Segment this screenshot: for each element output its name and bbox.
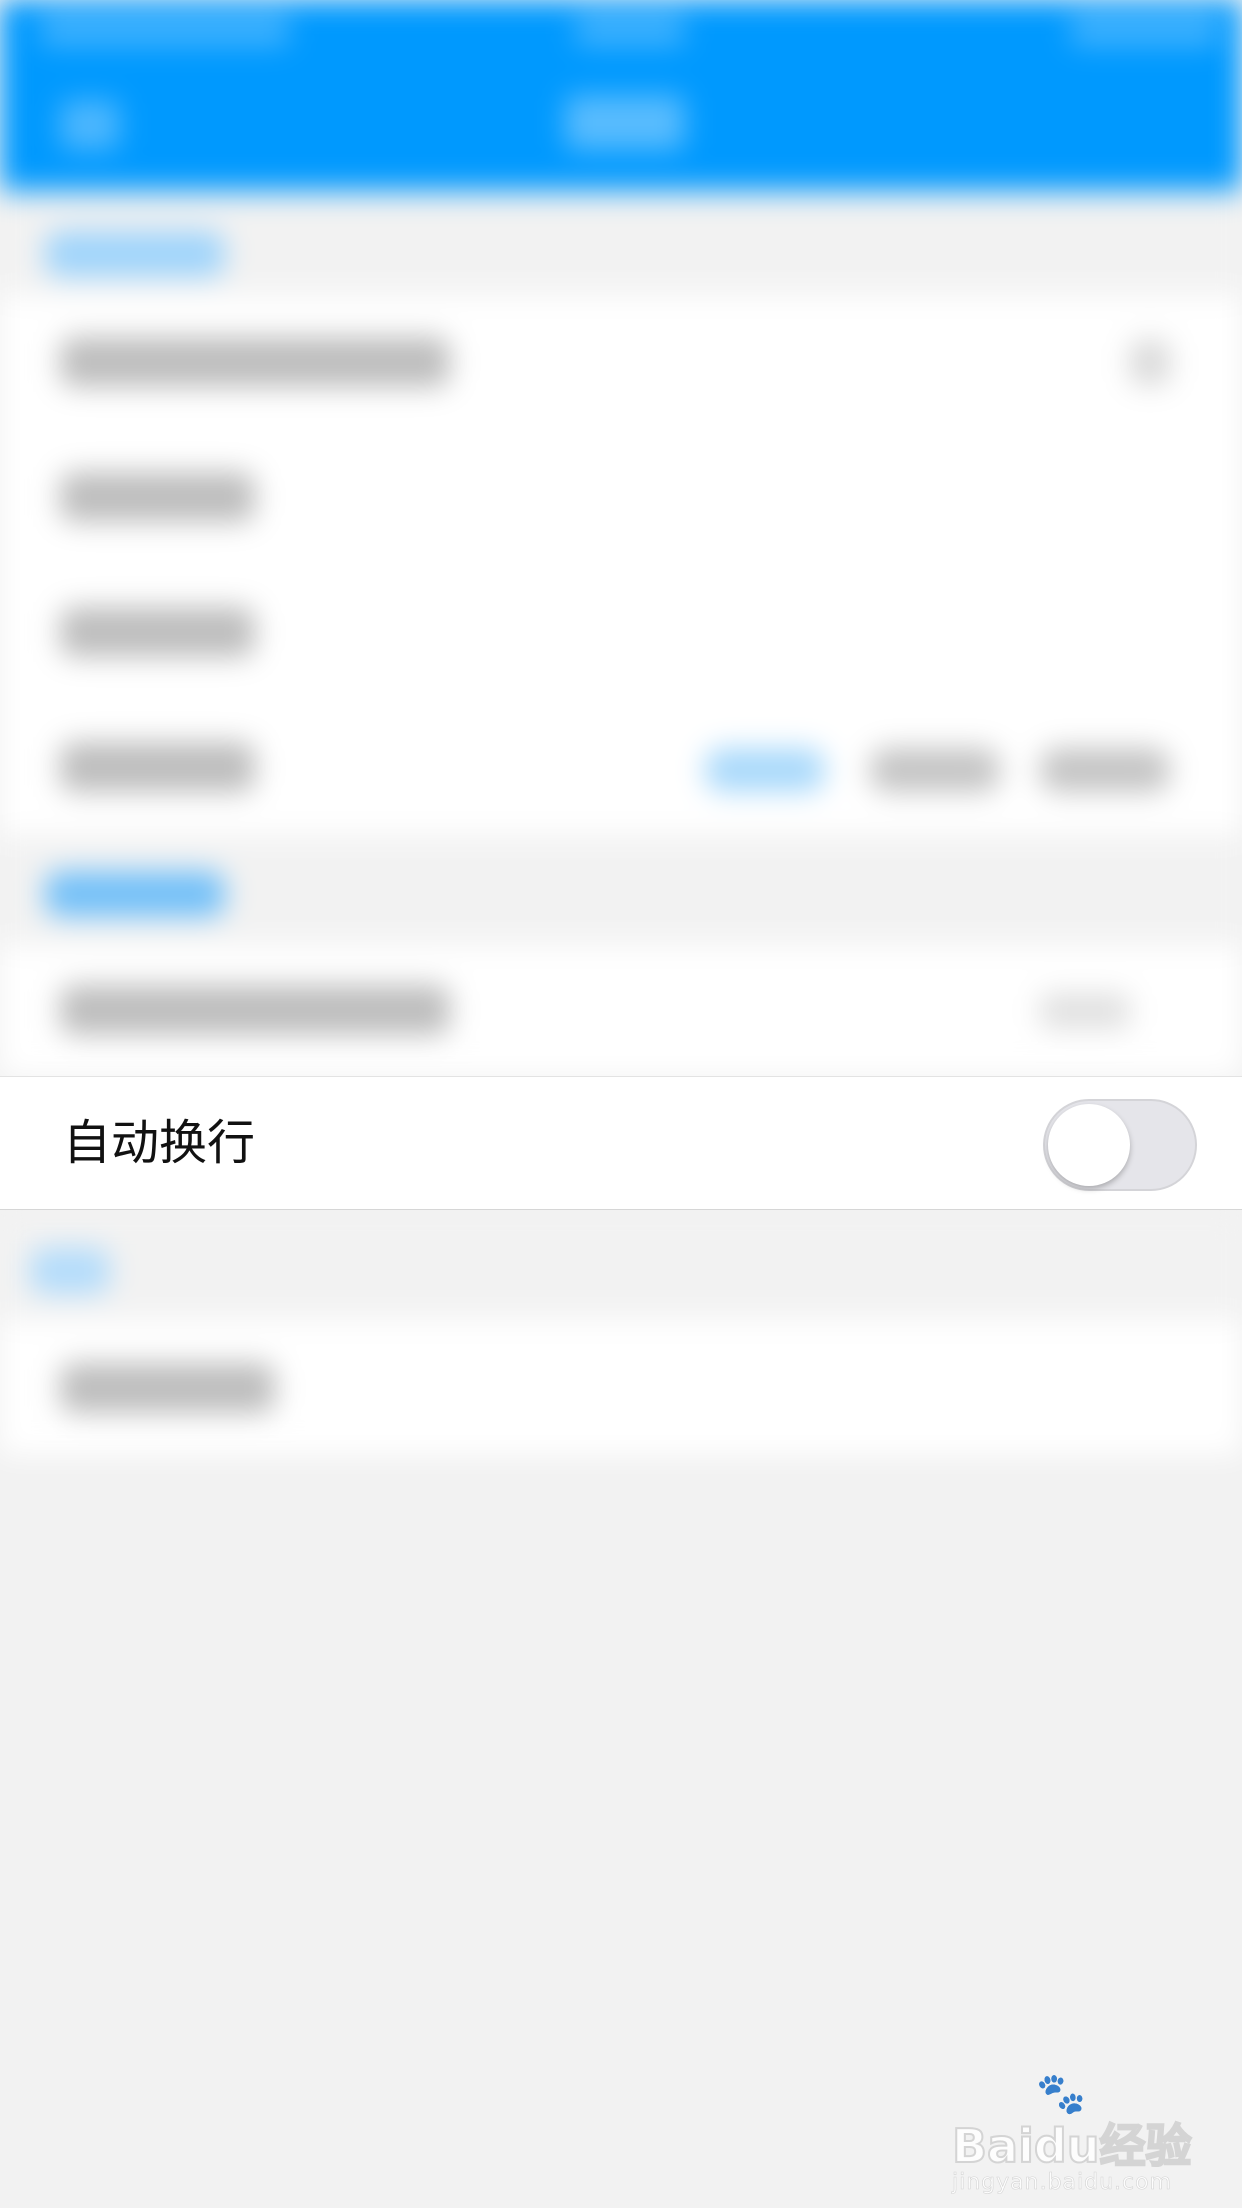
settings-row: [0, 1320, 1242, 1455]
baidu-jingyan-watermark: 🐾 Baidu经验 jingyan.baidu.com: [951, 2070, 1222, 2196]
settings-row: [0, 565, 1242, 700]
segment-option: [870, 748, 1000, 792]
settings-row: [0, 700, 1242, 835]
watermark-logo: Baidu经验: [951, 2118, 1193, 2174]
segment-option: [1040, 748, 1170, 792]
battery-icon: [1070, 14, 1220, 46]
auto-wrap-label: 自动换行: [63, 1115, 256, 1171]
section-header-3: [0, 1210, 1242, 1320]
section-header-2: [0, 835, 1242, 945]
chevron-right-icon: [1130, 340, 1170, 385]
row-label: [60, 472, 255, 522]
nav-title: [565, 95, 685, 150]
settings-row: [0, 295, 1242, 430]
auto-wrap-toggle[interactable]: [1043, 1099, 1197, 1191]
section-header-label: [30, 1248, 110, 1294]
row-label: [60, 742, 255, 792]
status-bar: [40, 14, 290, 46]
settings-row: [0, 945, 1242, 1080]
toggle-knob[interactable]: [1048, 1104, 1130, 1186]
navigation-bar: [0, 0, 1242, 225]
settings-group-1: [0, 295, 1242, 835]
watermark-url: jingyan.baidu.com: [952, 2170, 1173, 2196]
row-label: [60, 1363, 275, 1413]
row-label: [60, 337, 450, 387]
section-header-1: [0, 195, 1242, 295]
settings-row: [0, 430, 1242, 565]
row-label: [60, 985, 450, 1035]
back-icon: [60, 100, 120, 150]
row-label: [60, 607, 255, 657]
auto-wrap-row[interactable]: 自动换行: [0, 1076, 1242, 1210]
section-header-label: [45, 231, 225, 277]
status-clock: [575, 14, 685, 46]
row-value: [1040, 993, 1130, 1029]
section-header-label: [45, 871, 225, 917]
segment-option: [705, 748, 825, 792]
settings-group-3: [0, 1320, 1242, 1455]
settings-group-2: [0, 945, 1242, 1076]
